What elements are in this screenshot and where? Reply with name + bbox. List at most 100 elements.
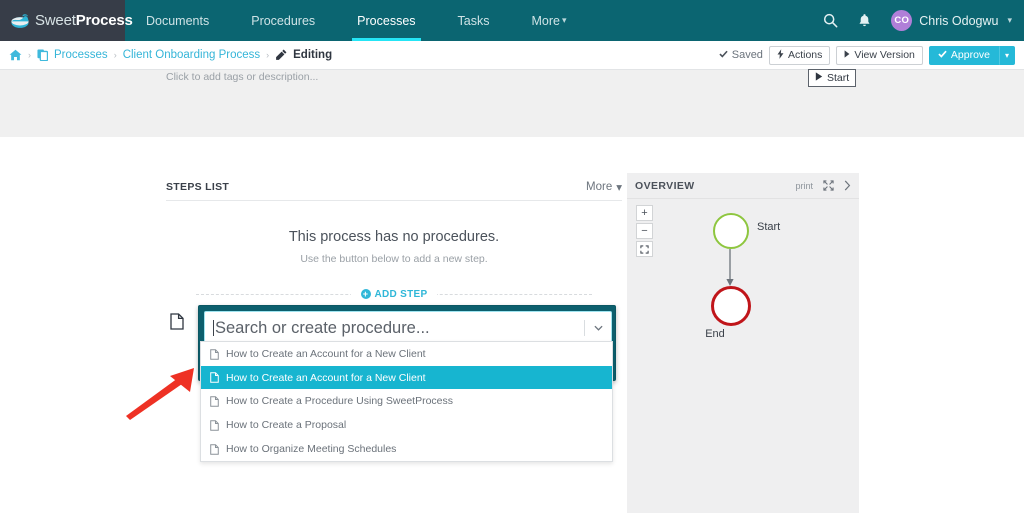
nav-label: Documents	[146, 13, 210, 28]
approve-dropdown-toggle[interactable]: ▾	[999, 45, 1015, 65]
procedure-suggestions-dropdown: How to Create an Account for a New Clien…	[200, 341, 613, 462]
breadcrumb-item-editing: Editing	[293, 49, 333, 61]
document-icon	[210, 419, 219, 431]
breadcrumb: › Processes › Client Onboarding Process …	[9, 49, 332, 61]
chevron-down-icon: ▾	[1007, 15, 1012, 25]
breadcrumb-action-buttons: Saved Actions View Version Approve ▾	[719, 45, 1015, 65]
fit-screen-icon[interactable]	[636, 241, 653, 257]
steps-list-panel: STEPS LIST More ▾ This process has no pr…	[166, 173, 622, 301]
empty-state-title: This process has no procedures.	[288, 229, 500, 245]
steps-list-header: STEPS LIST More ▾	[166, 173, 622, 201]
chevron-down-icon: ▾	[1004, 50, 1009, 60]
expand-arrows-icon[interactable]	[823, 180, 834, 191]
play-icon	[815, 72, 823, 84]
document-icon	[210, 443, 219, 455]
approve-label: Approve	[950, 49, 990, 61]
tags-description-placeholder[interactable]: Click to add tags or description...	[166, 71, 318, 83]
red-pointer-arrow-icon	[120, 362, 200, 425]
dropdown-option-label: How to Create a Procedure Using SweetPro…	[226, 395, 454, 407]
user-menu[interactable]: CO Chris Odogwu ▾	[881, 10, 1012, 31]
approve-button-group: Approve ▾	[928, 45, 1015, 65]
nav-item-procedures[interactable]: Procedures	[230, 0, 336, 41]
zoom-in-button[interactable]: +	[636, 205, 653, 221]
add-step-label: ADD STEP	[374, 288, 428, 300]
overview-tools: print	[795, 180, 851, 191]
dropdown-option-2[interactable]: How to Create a Procedure Using SweetPro…	[201, 389, 612, 413]
nav-item-more[interactable]: More ▾	[510, 0, 587, 41]
breadcrumb-bar: › Processes › Client Onboarding Process …	[0, 41, 1024, 70]
dropdown-option-0[interactable]: How to Create an Account for a New Clien…	[201, 342, 612, 366]
view-version-button[interactable]: View Version	[836, 45, 923, 65]
dropdown-option-label: How to Create a Proposal	[226, 419, 347, 431]
breadcrumb-separator: ›	[266, 50, 270, 60]
breadcrumb-separator: ›	[28, 50, 31, 60]
nav-label: Processes	[357, 13, 416, 28]
plus-circle-icon: +	[360, 289, 371, 299]
breadcrumb-item-processes[interactable]: Processes	[54, 49, 108, 61]
sweetprocess-logo-icon	[10, 13, 30, 29]
diagram-node-end[interactable]	[711, 286, 751, 326]
nav-item-tasks[interactable]: Tasks	[437, 0, 511, 41]
page-title: STEPS LIST	[166, 180, 230, 193]
document-icon	[210, 395, 219, 407]
avatar: CO	[891, 10, 913, 31]
diagram-node-start[interactable]	[713, 213, 749, 249]
home-icon[interactable]	[9, 49, 22, 61]
document-icon	[170, 313, 184, 335]
nav-right-cluster: CO Chris Odogwu ▾	[813, 0, 1024, 41]
steps-more-label: More	[586, 180, 613, 193]
process-header-band	[0, 70, 1024, 137]
overview-panel: OVERVIEW print + − Start End	[627, 173, 859, 513]
add-step-button[interactable]: + ADD STEP	[350, 288, 438, 300]
nav-item-documents[interactable]: Documents	[125, 0, 230, 41]
diagram-node-end-label: End	[705, 328, 725, 340]
overview-title: OVERVIEW	[635, 179, 695, 192]
approve-button[interactable]: Approve	[928, 45, 999, 65]
search-input[interactable]: Search or create procedure...	[215, 319, 430, 338]
dropdown-option-1[interactable]: How to Create an Account for a New Clien…	[201, 366, 612, 389]
steps-more-menu[interactable]: More ▾	[586, 180, 622, 194]
dropdown-option-4[interactable]: How to Organize Meeting Schedules	[201, 437, 612, 461]
chevron-down-icon: ▾	[616, 181, 622, 194]
caret-right-icon	[844, 49, 850, 61]
document-icon	[210, 348, 219, 360]
text-cursor	[213, 320, 214, 336]
nav-label: Tasks	[457, 13, 490, 28]
diagram-node-start-label: Start	[757, 221, 781, 233]
add-step-divider: + ADD STEP	[166, 287, 622, 301]
nav-label: Procedures	[251, 13, 316, 28]
app-root: SweetProcess Documents Procedures Proces…	[0, 0, 1024, 513]
saved-label: Saved	[731, 49, 763, 61]
actions-label: Actions	[787, 49, 823, 61]
main-nav-items: Documents Procedures Processes Tasks Mor…	[125, 0, 588, 41]
bolt-icon	[777, 48, 784, 62]
logo-text: SweetProcess	[35, 12, 133, 29]
print-button[interactable]: print	[795, 181, 813, 191]
app-logo[interactable]: SweetProcess	[0, 0, 133, 41]
check-icon	[938, 49, 947, 61]
search-input-wrapper[interactable]: Search or create procedure...	[204, 311, 612, 345]
document-icon	[210, 372, 219, 383]
start-label: Start	[827, 72, 850, 84]
chevron-down-icon: ▾	[561, 15, 567, 25]
copy-icon	[37, 49, 48, 61]
check-icon	[719, 49, 728, 61]
notification-bell-icon[interactable]	[847, 0, 881, 41]
chevron-right-icon[interactable]	[844, 180, 851, 191]
nav-label: More	[531, 13, 560, 28]
dropdown-option-label: How to Organize Meeting Schedules	[226, 443, 397, 455]
breadcrumb-item-client-onboarding-process[interactable]: Client Onboarding Process	[123, 49, 260, 61]
search-icon[interactable]	[813, 0, 847, 41]
pencil-icon	[275, 49, 287, 61]
actions-button[interactable]: Actions	[768, 45, 831, 65]
dropdown-option-3[interactable]: How to Create a Proposal	[201, 413, 612, 437]
start-button[interactable]: Start	[808, 69, 857, 87]
breadcrumb-separator: ›	[113, 50, 117, 60]
empty-state-subtitle: Use the button below to add a new step.	[300, 253, 488, 265]
logo-text-light: Sweet	[35, 12, 76, 29]
overview-header: OVERVIEW print	[627, 173, 859, 199]
nav-item-processes[interactable]: Processes	[336, 0, 436, 41]
zoom-out-button[interactable]: −	[636, 223, 653, 239]
view-version-label: View Version	[854, 49, 915, 61]
dropdown-option-label: How to Create an Account for a New Clien…	[226, 371, 426, 384]
